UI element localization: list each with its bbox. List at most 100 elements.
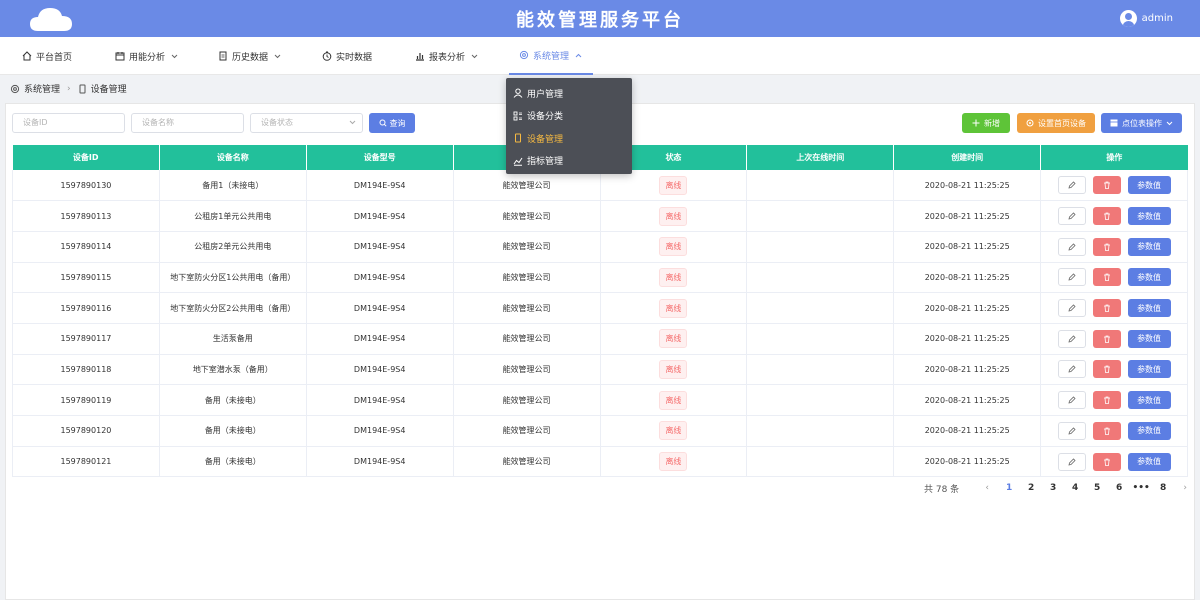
status-badge: 离线 — [659, 206, 688, 226]
cell-actions: 参数值 — [1040, 170, 1188, 202]
nav-label: 系统管理 — [533, 51, 570, 62]
page-4[interactable]: 4 — [1064, 483, 1086, 493]
page-6[interactable]: 6 — [1108, 483, 1130, 493]
edit-button[interactable] — [1057, 360, 1086, 379]
column-header: 设备名称 — [159, 145, 307, 170]
cell-device-model: DM194E-9S4 — [306, 415, 454, 447]
device-status-select[interactable]: 设备状态 — [250, 113, 363, 133]
nav-item-history[interactable]: 历史数据 — [218, 37, 281, 75]
nav-item-home[interactable]: 平台首页 — [22, 37, 72, 75]
cell-device-model: DM194E-9S4 — [306, 231, 454, 263]
edit-button[interactable] — [1057, 329, 1086, 348]
edit-button[interactable] — [1057, 237, 1086, 256]
param-value-button[interactable]: 参数值 — [1127, 268, 1171, 287]
more-pages-icon[interactable]: ••• — [1130, 483, 1152, 493]
edit-icon — [1068, 396, 1076, 404]
status-badge: 离线 — [659, 298, 688, 318]
param-value-button[interactable]: 参数值 — [1127, 360, 1171, 379]
phone-icon — [79, 84, 86, 93]
prev-page-button[interactable]: ‹ — [976, 483, 998, 493]
param-value-button[interactable]: 参数值 — [1127, 176, 1171, 195]
document-icon — [219, 51, 227, 61]
page-2[interactable]: 2 — [1020, 483, 1042, 493]
gear-icon — [1026, 119, 1034, 127]
cell-created: 2020-08-21 11:25:25 — [893, 231, 1042, 263]
menu-item-device-category[interactable]: 设备分类 — [506, 105, 632, 128]
bar-chart-icon — [416, 53, 424, 61]
delete-button[interactable] — [1092, 452, 1121, 471]
set-home-device-button[interactable]: 设置首页设备 — [1017, 113, 1095, 133]
next-page-button[interactable]: › — [1174, 483, 1196, 493]
app-title: 能效管理服务平台 — [516, 10, 684, 31]
cell-created: 2020-08-21 11:25:25 — [893, 170, 1042, 202]
delete-button[interactable] — [1092, 329, 1121, 348]
param-value-button[interactable]: 参数值 — [1127, 207, 1171, 226]
cell-last-online — [746, 323, 895, 355]
cell-device-id: 1597890117 — [12, 323, 160, 355]
param-value-button[interactable]: 参数值 — [1127, 237, 1171, 256]
edit-button[interactable] — [1057, 299, 1086, 318]
nav-item-realtime[interactable]: 实时数据 — [322, 37, 372, 75]
cell-company: 能效管理公司 — [453, 415, 601, 447]
param-value-button[interactable]: 参数值 — [1127, 329, 1171, 348]
param-value-button[interactable]: 参数值 — [1127, 299, 1171, 318]
page-1[interactable]: 1 — [998, 483, 1020, 493]
trash-icon — [1103, 396, 1110, 405]
query-button[interactable]: 查询 — [369, 113, 415, 133]
edit-button[interactable] — [1057, 391, 1086, 410]
menu-item-indicator-management[interactable]: 指标管理 — [506, 150, 632, 173]
plus-icon — [972, 119, 980, 127]
cell-status: 离线 — [600, 170, 748, 202]
cell-device-name: 备用（未接电） — [159, 384, 307, 416]
page-3[interactable]: 3 — [1042, 483, 1064, 493]
device-id-input[interactable]: 设备ID — [12, 113, 125, 133]
cell-last-online — [746, 200, 895, 232]
delete-button[interactable] — [1092, 268, 1121, 287]
trash-icon — [1103, 335, 1110, 343]
chevron-down-icon — [1166, 121, 1173, 125]
delete-button[interactable] — [1092, 360, 1121, 379]
device-name-input[interactable]: 设备名称 — [131, 113, 244, 133]
delete-button[interactable] — [1092, 299, 1121, 318]
edit-button[interactable] — [1057, 268, 1086, 287]
cell-company: 能效管理公司 — [453, 384, 601, 416]
cell-company: 能效管理公司 — [453, 354, 601, 386]
menu-label: 设备分类 — [527, 112, 564, 123]
table-row: 1597890115 地下室防火分区1公共用电（备用） DM194E-9S4 能效管理… — [12, 262, 1188, 294]
edit-button[interactable] — [1057, 207, 1086, 226]
delete-button[interactable] — [1092, 207, 1121, 226]
add-button[interactable]: 新增 — [962, 113, 1010, 133]
edit-button[interactable] — [1057, 421, 1086, 440]
delete-button[interactable] — [1092, 176, 1121, 195]
breadcrumb-separator-icon: › — [67, 83, 71, 94]
cell-created: 2020-08-21 11:25:25 — [893, 384, 1042, 416]
nav-item-report[interactable]: 报表分析 — [415, 37, 478, 75]
cell-company: 能效管理公司 — [453, 262, 601, 294]
menu-item-device-management[interactable]: 设备管理 — [506, 127, 632, 150]
delete-button[interactable] — [1092, 237, 1121, 256]
nav-item-energy-analysis[interactable]: 用能分析 — [115, 37, 178, 75]
point-table-dropdown-button[interactable]: 点位表操作 — [1101, 113, 1182, 133]
param-value-button[interactable]: 参数值 — [1127, 391, 1171, 410]
cell-device-name: 地下室防火分区1公共用电（备用） — [159, 262, 307, 294]
param-value-button[interactable]: 参数值 — [1127, 452, 1171, 471]
page-8[interactable]: 8 — [1152, 483, 1174, 493]
edit-button[interactable] — [1057, 452, 1086, 471]
cell-device-id: 1597890115 — [12, 262, 160, 294]
cell-device-name: 生活泵备用 — [159, 323, 307, 355]
line-chart-icon — [513, 157, 523, 166]
delete-button[interactable] — [1092, 421, 1121, 440]
gear-icon — [10, 84, 20, 93]
breadcrumb-system[interactable]: 系统管理 — [24, 82, 60, 95]
cell-device-id: 1597890120 — [12, 415, 160, 447]
param-value-button[interactable]: 参数值 — [1127, 421, 1171, 440]
cell-actions: 参数值 — [1040, 292, 1188, 324]
page-5[interactable]: 5 — [1086, 483, 1108, 493]
point-table-label: 点位表操作 — [1122, 118, 1162, 128]
delete-button[interactable] — [1092, 391, 1121, 410]
edit-button[interactable] — [1057, 176, 1086, 195]
nav-item-system[interactable]: 系统管理 — [509, 37, 594, 75]
menu-item-user-management[interactable]: 用户管理 — [506, 82, 632, 105]
username: admin — [1141, 13, 1173, 24]
user-menu[interactable]: admin — [1119, 10, 1173, 27]
